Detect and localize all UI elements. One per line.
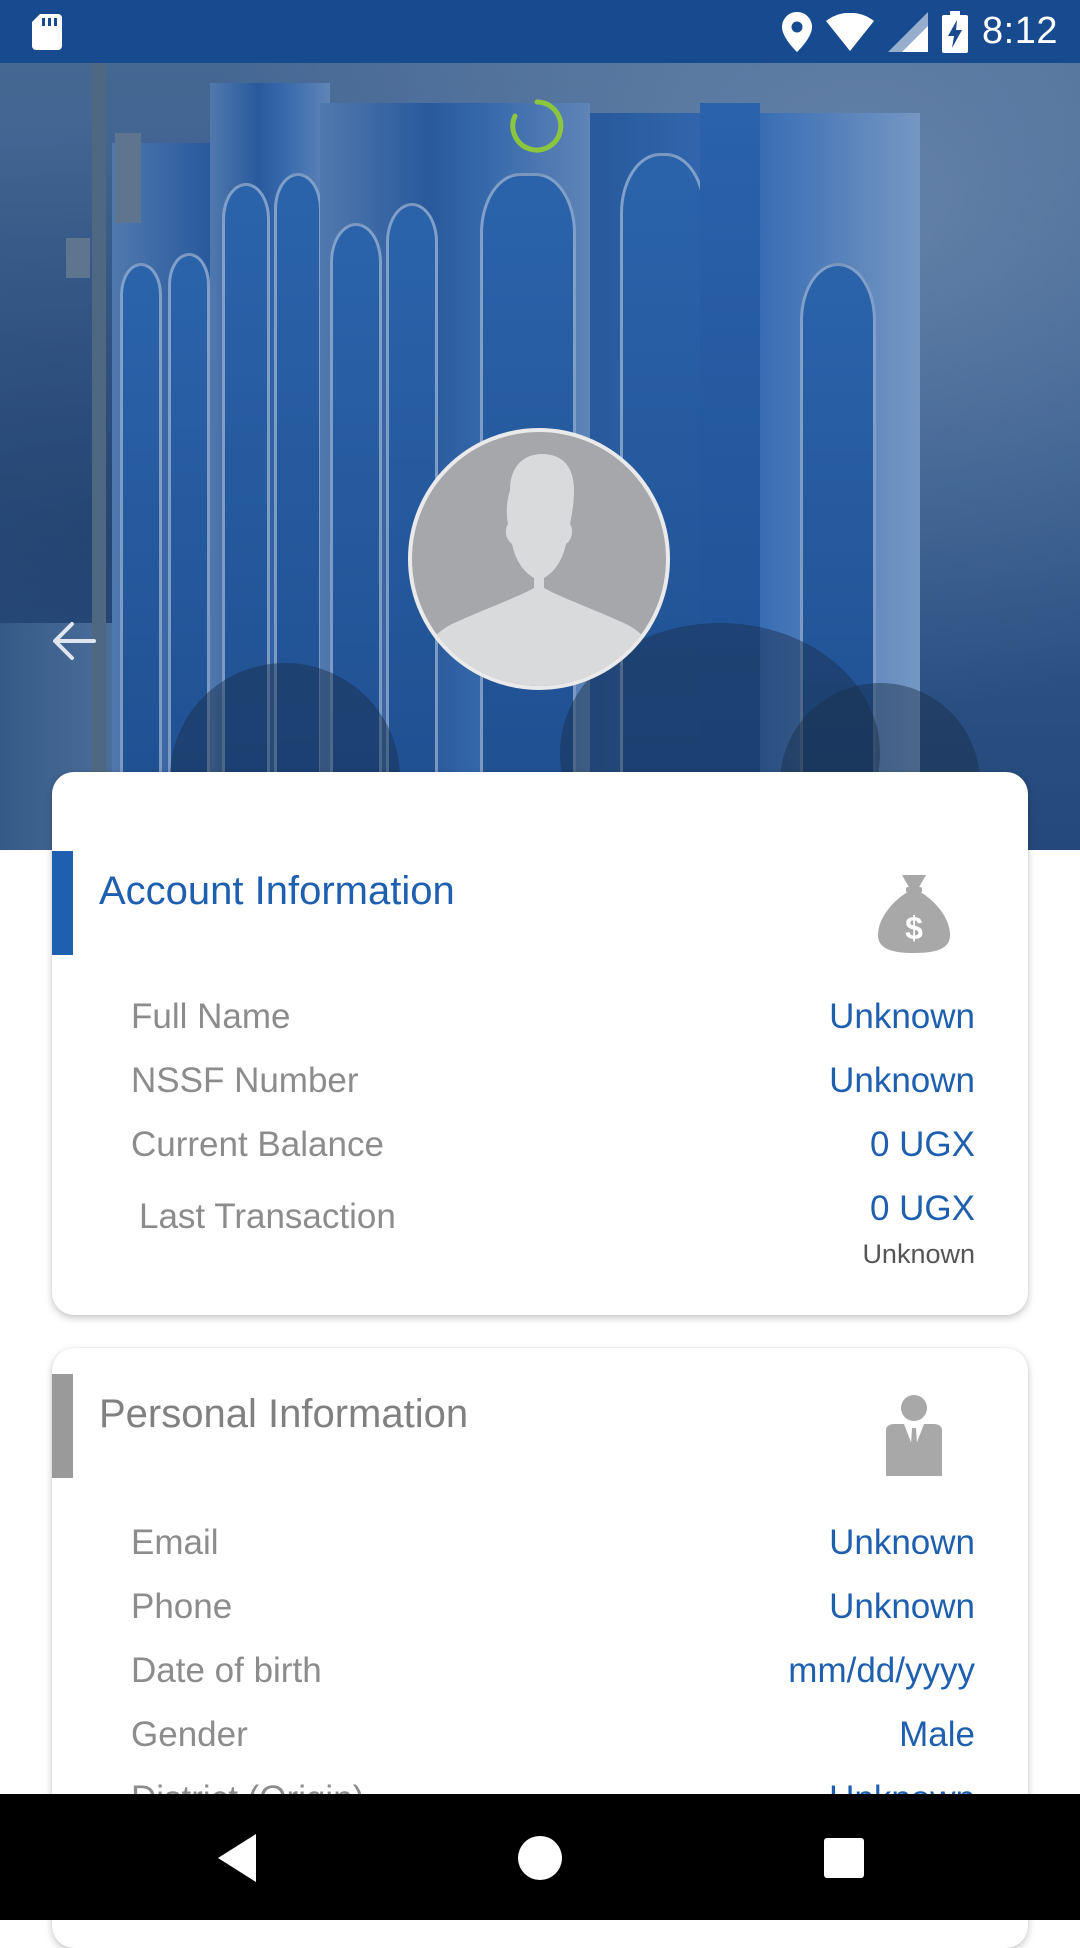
row-label: Date of birth <box>131 1651 322 1690</box>
accent-bar <box>52 1374 73 1478</box>
row-label: Current Balance <box>131 1125 384 1164</box>
card-title: Account Information <box>99 869 455 913</box>
sd-card-icon <box>32 14 62 50</box>
row-subvalue: Unknown <box>862 1239 975 1269</box>
default-person-icon <box>420 454 658 686</box>
row-label: Gender <box>131 1715 248 1754</box>
account-row-nssf-number: NSSF Number Unknown <box>131 1061 975 1111</box>
row-label: Email <box>131 1523 219 1562</box>
signal-icon <box>888 11 929 52</box>
loading-spinner <box>510 99 564 153</box>
money-bag-icon: $ <box>878 875 950 953</box>
back-triangle-icon[interactable] <box>212 1830 268 1886</box>
personal-row-phone: Phone Unknown <box>131 1587 975 1637</box>
clock: 8:12 <box>982 10 1058 52</box>
battery-charging-icon <box>942 10 969 53</box>
row-label: Phone <box>131 1587 233 1626</box>
back-arrow-icon[interactable] <box>50 618 96 664</box>
row-label: Last Transaction <box>139 1197 396 1236</box>
row-label: NSSF Number <box>131 1061 359 1100</box>
system-navigation-bar <box>0 1794 1080 1920</box>
account-information-card: Account Information $ Full Name Unknown … <box>52 772 1028 1315</box>
home-circle-icon[interactable] <box>512 1830 568 1886</box>
wifi-icon <box>826 12 875 51</box>
row-value: 0 UGX <box>869 1125 975 1164</box>
row-label: Full Name <box>131 997 291 1036</box>
row-value: Unknown <box>829 997 975 1036</box>
row-value: mm/dd/yyyy <box>788 1651 975 1690</box>
svg-text:$: $ <box>905 910 923 946</box>
accent-bar <box>52 851 73 955</box>
row-value: Male <box>899 1715 975 1754</box>
personal-row-email: Email Unknown <box>131 1523 975 1573</box>
account-row-full-name: Full Name Unknown <box>131 997 975 1047</box>
row-value: Unknown <box>829 1061 975 1100</box>
row-value: Unknown <box>829 1523 975 1562</box>
card-header: Personal Information <box>52 1374 1028 1478</box>
businessman-icon <box>886 1395 942 1476</box>
recents-square-icon[interactable] <box>816 1830 872 1886</box>
personal-row-date-of-birth: Date of birth mm/dd/yyyy <box>131 1651 975 1701</box>
avatar[interactable] <box>408 428 670 690</box>
card-title: Personal Information <box>99 1392 469 1436</box>
row-value: Unknown <box>829 1587 975 1626</box>
status-bar: 8:12 <box>0 0 1080 63</box>
location-icon <box>782 11 813 52</box>
account-row-current-balance: Current Balance 0 UGX <box>131 1125 975 1175</box>
account-row-last-transaction: Last Transaction 0 UGX Unknown <box>131 1189 975 1289</box>
row-value: 0 UGX <box>869 1189 975 1228</box>
card-header: Account Information $ <box>52 851 1028 955</box>
personal-row-gender: Gender Male <box>131 1715 975 1765</box>
